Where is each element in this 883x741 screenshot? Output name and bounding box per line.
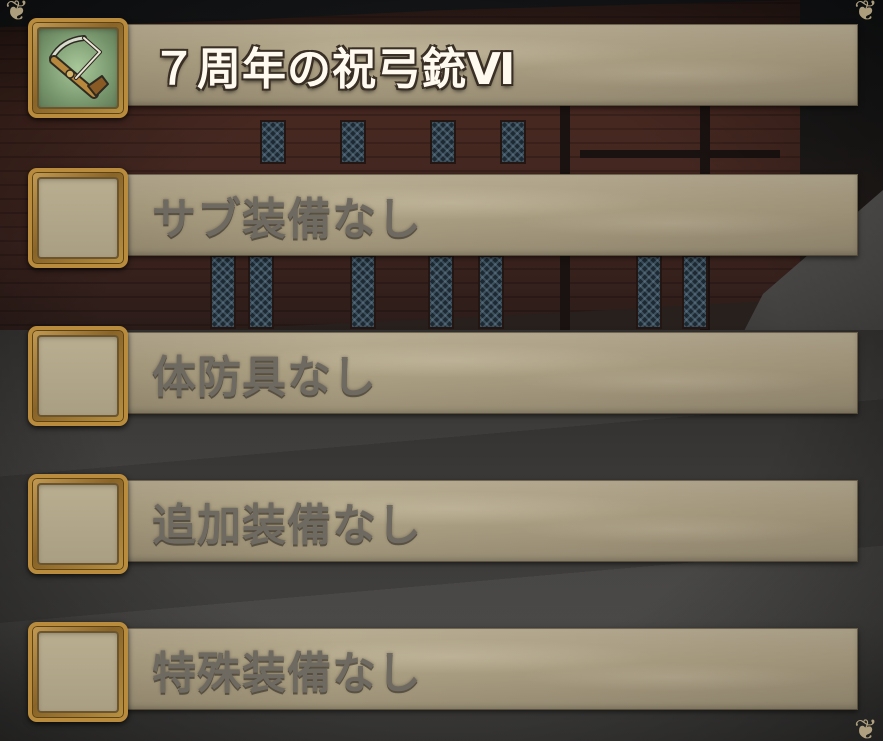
slot-bar: 体防具なし [118, 332, 858, 414]
slot-frame [28, 622, 128, 722]
slot-frame [28, 168, 128, 268]
equipment-slot-list: ７周年の祝弓銃Ⅵ サブ装備なし 体防具なし 追加装備なし 特殊装備なし [0, 0, 883, 741]
equipment-slot-sub[interactable]: サブ装備なし [28, 168, 858, 268]
slot-bar: 特殊装備なし [118, 628, 858, 710]
slot-frame [28, 326, 128, 426]
slot-label: 追加装備なし [152, 500, 422, 551]
slot-label: 特殊装備なし [152, 648, 422, 699]
equipment-slot-body[interactable]: 体防具なし [28, 326, 858, 426]
equipment-slot-special[interactable]: 特殊装備なし [28, 622, 858, 722]
crossbow-icon [49, 35, 109, 99]
slot-icon-box [37, 631, 119, 713]
slot-label: 体防具なし [152, 352, 377, 403]
slot-frame [28, 18, 128, 118]
slot-bar: ７周年の祝弓銃Ⅵ [118, 24, 858, 106]
slot-icon-box [37, 335, 119, 417]
slot-icon-box [37, 177, 119, 259]
slot-icon-box [37, 483, 119, 565]
slot-label: ７周年の祝弓銃Ⅵ [152, 44, 517, 95]
slot-icon-box [37, 27, 119, 109]
slot-bar: サブ装備なし [118, 174, 858, 256]
slot-label: サブ装備なし [152, 194, 422, 245]
slot-bar: 追加装備なし [118, 480, 858, 562]
equipment-slot-extra[interactable]: 追加装備なし [28, 474, 858, 574]
slot-frame [28, 474, 128, 574]
equipment-slot-main[interactable]: ７周年の祝弓銃Ⅵ [28, 18, 858, 118]
